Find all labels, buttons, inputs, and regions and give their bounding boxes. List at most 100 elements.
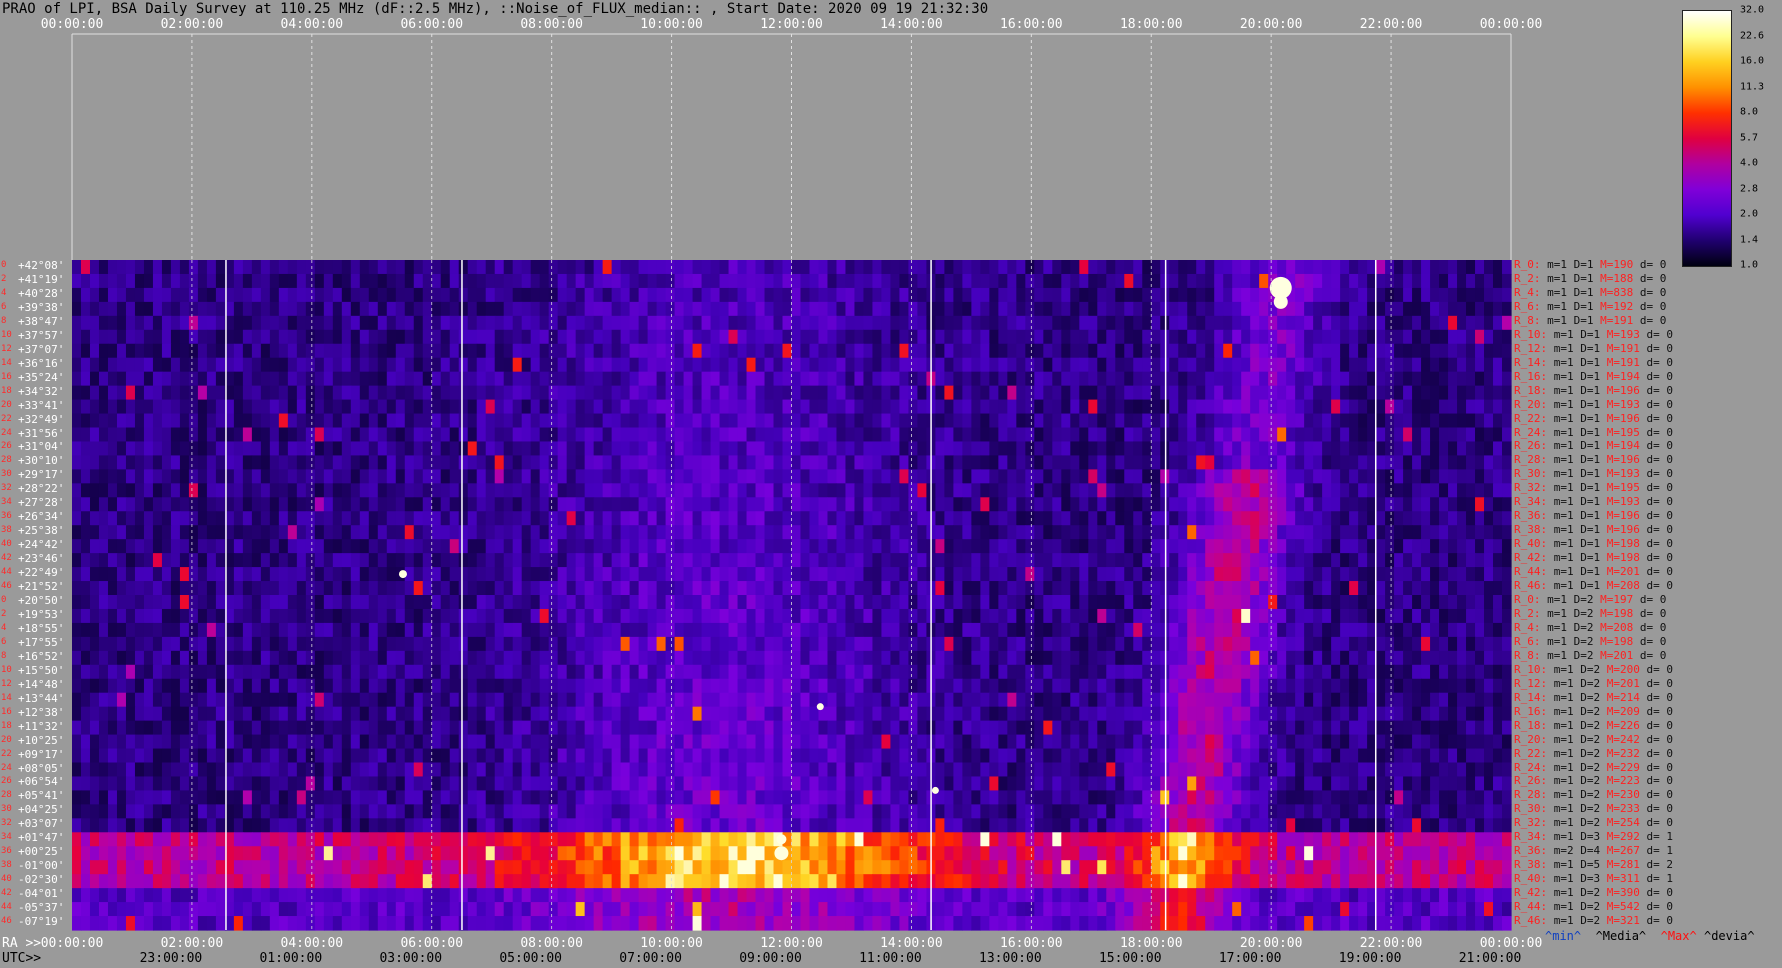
declination-label: +01°47' <box>18 831 65 845</box>
row-stat-part: d= 1 <box>1639 844 1673 858</box>
row-stat-part: M=321 <box>1606 914 1640 928</box>
row-stat: R_18: m=1 D=2 M=226 d= 0 <box>1514 718 1673 732</box>
row-stat-part: D=2 <box>1580 760 1607 774</box>
row-stat-part: R_40: <box>1514 537 1548 551</box>
row-stat-part: d= 0 <box>1639 802 1673 816</box>
colorbar-tick: 8.0 <box>1740 106 1759 118</box>
row-stat-part: D=1 <box>1580 565 1607 579</box>
row-stat-part: m=1 <box>1547 830 1581 844</box>
row-stat-part: d= 0 <box>1639 579 1673 593</box>
declination-label: +42°08' <box>18 259 65 272</box>
row-stat-part: d= 0 <box>1639 397 1673 411</box>
row-stat: R_6: m=1 D=2 M=198 d= 0 <box>1514 635 1666 648</box>
row-stat-part: R_14: <box>1514 690 1548 704</box>
declination-label: +37°07' <box>18 342 65 356</box>
row-stat-part: m=1 <box>1540 285 1574 299</box>
row-stat-part: R_28: <box>1514 788 1548 802</box>
row-stat-part: M=198 <box>1606 551 1640 565</box>
row-index: 34 <box>1 497 12 508</box>
row-stat-part: D=1 <box>1580 481 1607 495</box>
row-stat-part: M=191 <box>1606 355 1640 369</box>
row-stat: R_14: m=1 D=1 M=191 d= 0 <box>1514 355 1673 369</box>
row-stat-part: R_26: <box>1514 439 1548 453</box>
row-stat: R_8: m=1 D=1 M=191 d= 0 <box>1514 314 1666 327</box>
row-stat-part: d= 0 <box>1639 718 1673 732</box>
row-stat-part: R_28: <box>1514 453 1548 467</box>
row-stat-part: m=1 <box>1540 648 1574 662</box>
row-stat-part: D=2 <box>1580 732 1607 746</box>
row-stat-part: m=1 <box>1547 425 1581 439</box>
row-stat-part: m=1 <box>1540 271 1574 285</box>
row-stat-part: D=1 <box>1580 453 1607 467</box>
row-stat-part: m=1 <box>1547 788 1581 802</box>
row-stat-part: R_32: <box>1514 481 1548 495</box>
row-stat: R_24: m=1 D=2 M=229 d= 0 <box>1514 760 1673 774</box>
row-stat: R_46: m=1 D=1 M=208 d= 0 <box>1514 580 1673 592</box>
row-stat: R_30: m=1 D=2 M=233 d= 0 <box>1514 803 1673 815</box>
row-stat-part: M=233 <box>1606 802 1640 816</box>
declination-label: +11°32' <box>18 719 65 733</box>
row-stat-part: D=5 <box>1580 858 1607 872</box>
row-stat-part: d= 0 <box>1639 467 1673 481</box>
ra-tick-label: 22:00:00 <box>1359 936 1423 951</box>
ra-tick-label: 18:00:00 <box>1119 936 1183 951</box>
row-stat-part: D=1 <box>1580 341 1607 355</box>
row-stat-part: d= 0 <box>1639 369 1673 383</box>
declination-label: +13°44' <box>18 691 65 705</box>
declination-label: +38°47' <box>18 314 65 328</box>
row-index: 42 <box>1 888 12 899</box>
row-stat-part: R_42: <box>1514 886 1548 900</box>
row-stat-part: R_4: <box>1514 285 1541 299</box>
utc-tick-label: 13:00:00 <box>979 951 1042 966</box>
ra-tick-label: 16:00:00 <box>1000 936 1063 951</box>
ra-tick-label: 00:00:00 <box>1479 936 1543 951</box>
row-stat-part: D=3 <box>1580 830 1607 844</box>
row-stat-part: R_2: <box>1514 606 1541 620</box>
row-stat-part: m=1 <box>1547 579 1581 593</box>
row-stat-part: d= 0 <box>1633 620 1667 634</box>
row-stat-part: M=208 <box>1600 620 1634 634</box>
row-stat-part: d= 0 <box>1639 774 1673 788</box>
row-stat-part: M=192 <box>1600 299 1634 313</box>
row-stat: R_44: m=1 D=2 M=542 d= 0 <box>1514 901 1673 913</box>
row-stat-part: M=214 <box>1606 690 1640 704</box>
legend-min: ^min^ <box>1545 929 1582 943</box>
row-stat-part: m=1 <box>1547 355 1581 369</box>
row-stat: R_20: m=1 D=1 M=193 d= 0 <box>1514 397 1673 411</box>
row-stat-part: d= 0 <box>1639 383 1673 397</box>
row-stat: R_6: m=1 D=1 M=192 d= 0 <box>1514 299 1666 313</box>
row-stat-part: m=1 <box>1540 593 1574 606</box>
row-stat: R_26: m=1 D=2 M=223 d= 0 <box>1514 775 1673 787</box>
row-stat-part: D=2 <box>1580 662 1607 676</box>
declination-label: +12°38' <box>18 705 65 719</box>
row-index: 8 <box>1 650 7 661</box>
row-stat-part: M=193 <box>1606 467 1640 481</box>
row-stat-part: R_46: <box>1514 914 1548 928</box>
row-stat-part: m=1 <box>1547 369 1581 383</box>
row-stat-part: d= 0 <box>1639 704 1673 718</box>
row-stat: R_24: m=1 D=1 M=195 d= 0 <box>1514 425 1673 439</box>
row-stat: R_12: m=1 D=2 M=201 d= 0 <box>1514 676 1673 690</box>
row-stat-part: M=838 <box>1600 285 1634 299</box>
utc-tick-label: 17:00:00 <box>1218 951 1282 966</box>
row-stat-part: d= 0 <box>1639 914 1673 928</box>
row-stat: R_46: m=1 D=2 M=321 d= 0 <box>1514 915 1673 927</box>
row-index: 22 <box>1 748 12 759</box>
row-stat-part: d= 0 <box>1639 425 1673 439</box>
row-stat-part: d= 0 <box>1639 732 1673 746</box>
row-stat: R_28: m=1 D=1 M=196 d= 0 <box>1514 454 1673 466</box>
row-stat-part: M=201 <box>1600 648 1634 662</box>
row-stat: R_26: m=1 D=1 M=194 d= 0 <box>1514 440 1673 452</box>
declination-label: +22°49' <box>18 566 65 580</box>
row-stat-part: M=196 <box>1606 411 1640 425</box>
row-stat-part: M=197 <box>1600 593 1634 606</box>
row-stat-part: m=1 <box>1547 537 1581 551</box>
row-stat-part: d= 0 <box>1639 816 1673 830</box>
declination-label: +19°53' <box>18 607 65 621</box>
row-stat-part: d= 0 <box>1639 676 1673 690</box>
row-stat-part: R_0: <box>1514 258 1541 271</box>
row-stat-part: R_40: <box>1514 872 1548 886</box>
declination-label: +17°55' <box>18 635 65 649</box>
row-stat: R_34: m=1 D=3 M=292 d= 1 <box>1514 831 1673 843</box>
row-index: 10 <box>1 329 12 340</box>
